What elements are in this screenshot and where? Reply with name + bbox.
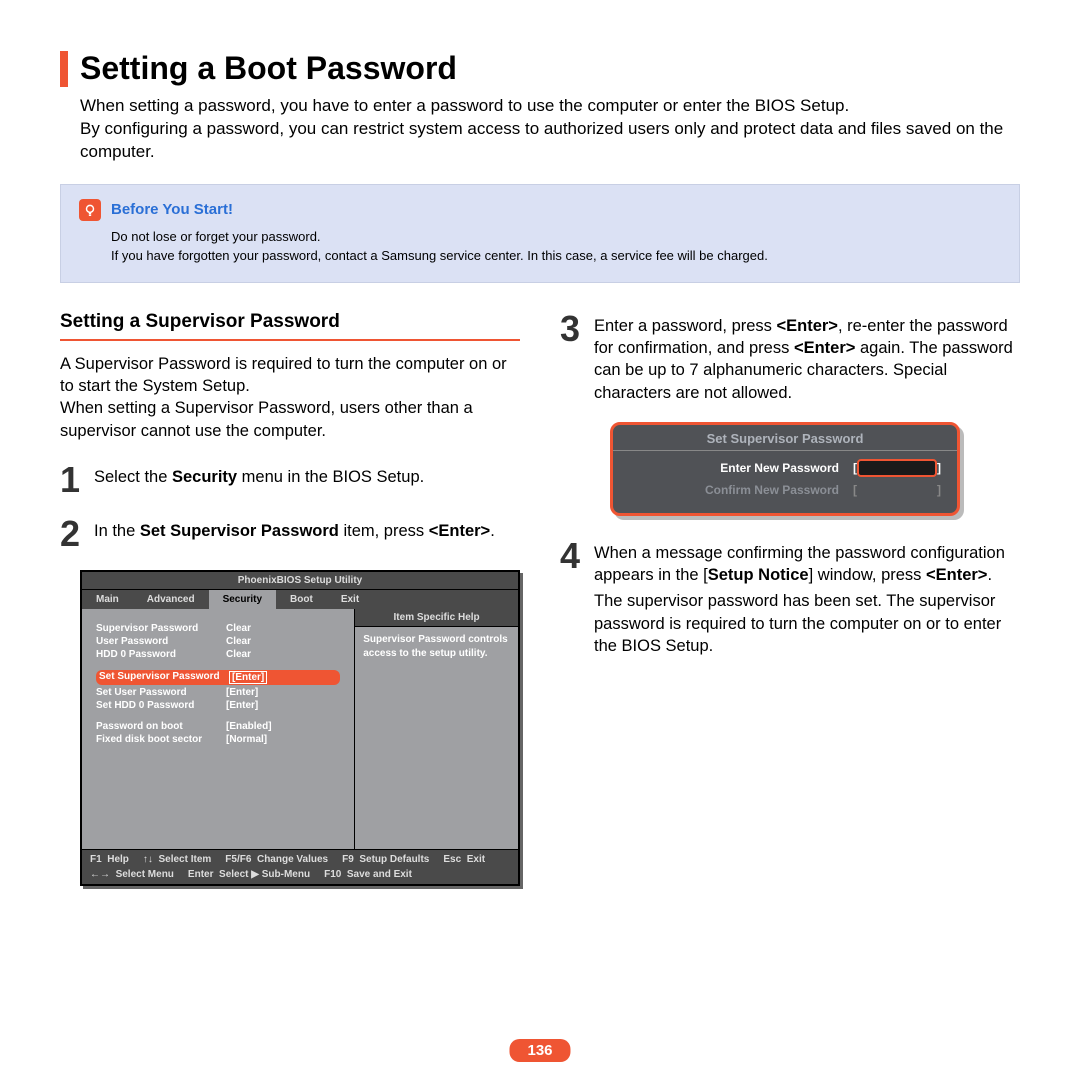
bios-title: PhoenixBIOS Setup Utility [82, 572, 518, 590]
bios-row: Set HDD 0 Password[Enter] [96, 700, 340, 711]
bios-row: Set User Password[Enter] [96, 687, 340, 698]
bios-row: Supervisor PasswordClear [96, 623, 340, 634]
step-number: 1 [60, 462, 84, 498]
bios-screenshot: PhoenixBIOS Setup Utility Main Advanced … [80, 570, 520, 886]
bios-row: Fixed disk boot sector[Normal] [96, 734, 340, 745]
bios-row: Password on boot[Enabled] [96, 721, 340, 732]
notice-box: Before You Start! Do not lose or forget … [60, 184, 1020, 283]
password-dialog: Set Supervisor Password Enter New Passwo… [610, 422, 960, 516]
password-row-enter: Enter New Password [] [629, 459, 941, 477]
bios-row: HDD 0 PasswordClear [96, 649, 340, 660]
password-input-highlight [857, 459, 937, 477]
heading-underline [60, 339, 520, 341]
bios-footer: F1 Help ↑↓ Select Item F5/F6 Change Valu… [82, 849, 518, 884]
bios-tab-advanced: Advanced [133, 590, 209, 609]
intro-text: When setting a password, you have to ent… [80, 95, 1020, 164]
notice-line: If you have forgotten your password, con… [111, 246, 1001, 266]
section-heading: Setting a Supervisor Password [60, 311, 520, 333]
step-text: In the Set Supervisor Password item, pre… [94, 516, 495, 552]
bios-tab-exit: Exit [327, 590, 373, 609]
bios-row: Set Supervisor Password[Enter] [96, 670, 340, 685]
password-dialog-title: Set Supervisor Password [613, 425, 957, 451]
page-number: 136 [509, 1039, 570, 1062]
step-number: 3 [560, 311, 584, 404]
step-text: When a message confirming the password c… [594, 538, 1020, 657]
password-row-confirm: Confirm New Password [] [629, 481, 941, 499]
step-text: Enter a password, press <Enter>, re-ente… [594, 311, 1020, 404]
step-4: 4 When a message confirming the password… [560, 538, 1020, 657]
bios-row: User PasswordClear [96, 636, 340, 647]
step-number: 2 [60, 516, 84, 552]
page-title: Setting a Boot Password [80, 50, 457, 87]
lightbulb-icon [79, 199, 101, 221]
bios-help-body: Supervisor Password controls access to t… [355, 627, 518, 667]
step-1: 1 Select the Security menu in the BIOS S… [60, 462, 520, 498]
bios-left-pane: Supervisor PasswordClear User PasswordCle… [82, 609, 354, 849]
step-text: Select the Security menu in the BIOS Set… [94, 462, 424, 498]
step-2: 2 In the Set Supervisor Password item, p… [60, 516, 520, 552]
bios-tab-security: Security [209, 590, 276, 609]
bios-help-title: Item Specific Help [355, 609, 518, 627]
bios-tab-main: Main [82, 590, 133, 609]
step-number: 4 [560, 538, 584, 657]
notice-title: Before You Start! [111, 201, 233, 218]
bios-tabs: Main Advanced Security Boot Exit [82, 590, 518, 609]
section-paragraph: A Supervisor Password is required to tur… [60, 353, 520, 442]
notice-line: Do not lose or forget your password. [111, 227, 1001, 247]
step-3: 3 Enter a password, press <Enter>, re-en… [560, 311, 1020, 404]
bios-help-pane: Item Specific Help Supervisor Password c… [354, 609, 518, 849]
accent-bar [60, 51, 68, 87]
bios-tab-boot: Boot [276, 590, 327, 609]
